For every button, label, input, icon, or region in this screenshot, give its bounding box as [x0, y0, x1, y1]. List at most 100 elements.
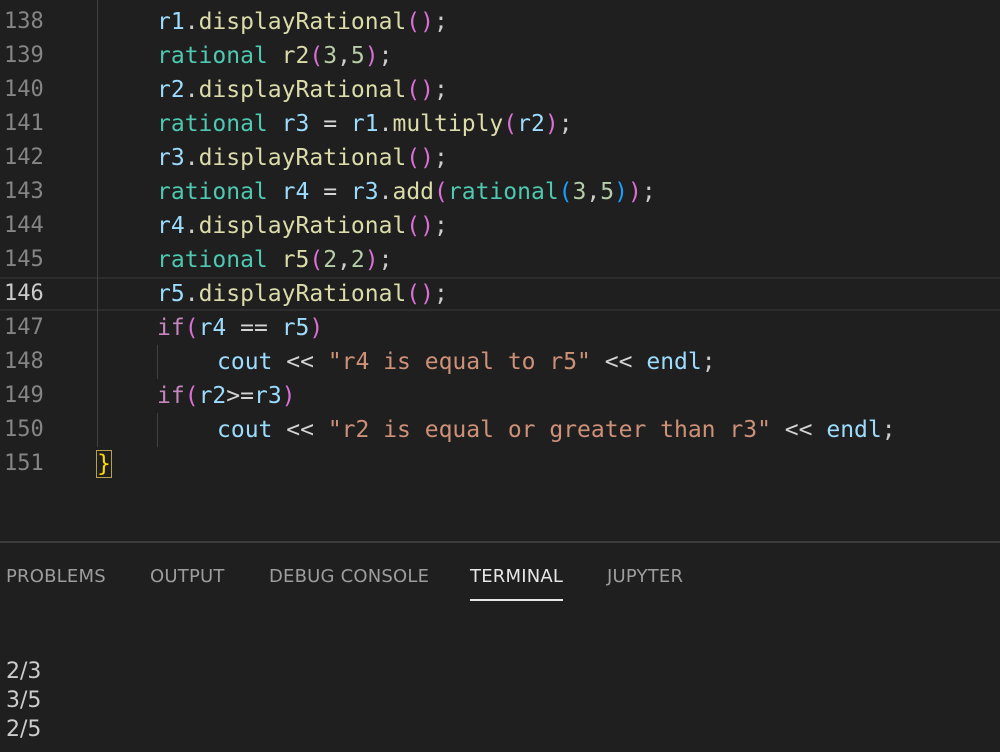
code-text: r5.displayRational();	[157, 277, 448, 311]
code-line[interactable]: 145 rational r5(2,2);	[0, 243, 1000, 277]
code-token: =	[323, 111, 338, 137]
code-token: if	[157, 383, 185, 409]
code-token: )	[420, 145, 434, 171]
code-token: multiply	[392, 111, 504, 137]
code-token: r3	[350, 179, 379, 205]
code-line[interactable]: 143 rational r4 = r3.add(rational(3,5));	[0, 175, 1000, 209]
code-token: (	[406, 9, 421, 35]
code-line[interactable]: 142 r3.displayRational();	[0, 141, 1000, 175]
code-token: endl	[646, 349, 702, 375]
code-token: )	[627, 179, 642, 205]
code-token: displayRational	[198, 9, 407, 35]
code-token: )	[544, 111, 559, 137]
code-line[interactable]: 141 rational r3 = r1.multiply(r2);	[0, 107, 1000, 141]
code-token: <<	[604, 349, 633, 375]
code-token: (	[434, 179, 448, 205]
tab-problems[interactable]: PROBLEMS	[6, 563, 106, 599]
code-token: .	[378, 111, 393, 137]
code-token: 3	[572, 179, 587, 205]
code-token: ;	[881, 417, 896, 443]
code-token: .	[184, 213, 199, 239]
code-token: displayRational	[198, 213, 407, 239]
code-token: (	[406, 213, 421, 239]
tab-output[interactable]: OUTPUT	[150, 563, 225, 599]
code-token: r4	[157, 213, 185, 239]
code-text: cout << "r4 is equal to r5" << endl;	[217, 345, 716, 379]
bottom-panel: PROBLEMS OUTPUT DEBUG CONSOLE TERMINAL JUPYT…	[0, 541, 1000, 752]
code-token: cout	[217, 417, 273, 443]
code-text: r4.displayRational();	[157, 209, 448, 243]
tab-jupyter[interactable]: JUPYTER	[607, 563, 683, 599]
tab-terminal[interactable]: TERMINAL	[470, 563, 564, 601]
line-number: 143	[4, 179, 44, 204]
code-line[interactable]: 139 rational r2(3,5);	[0, 39, 1000, 73]
line-number: 141	[4, 111, 44, 136]
code-token: r5	[281, 315, 310, 341]
line-number: 139	[4, 43, 44, 68]
code-token: "r2 is equal or greater than r3"	[327, 417, 771, 443]
code-token: <<	[286, 349, 314, 375]
code-token: ,	[337, 43, 351, 69]
code-token: }	[96, 450, 112, 478]
code-token: .	[184, 77, 199, 103]
code-text: cout << "r2 is equal or greater than r3"…	[217, 413, 896, 447]
code-line[interactable]: 138 r1.displayRational();	[0, 5, 1000, 39]
code-token: r1	[157, 9, 185, 35]
line-number: 142	[4, 145, 44, 170]
line-number: 148	[4, 349, 44, 374]
code-token: (	[558, 179, 573, 205]
code-token: ;	[558, 111, 573, 137]
code-line[interactable]: 147 if(r4 == r5)	[0, 311, 1000, 345]
code-token: ;	[701, 349, 716, 375]
code-token: .	[184, 145, 199, 171]
code-line[interactable]: 149 if(r2>=r3)	[0, 379, 1000, 413]
tab-debug-console[interactable]: DEBUG CONSOLE	[269, 563, 429, 599]
code-token: r4	[281, 179, 310, 205]
code-text: rational r4 = r3.add(rational(3,5));	[157, 175, 656, 209]
code-editor[interactable]: 138 r1.displayRational(); 139 rational r2(3…	[0, 0, 1000, 541]
code-token: (	[309, 43, 324, 69]
code-line[interactable]: 146 r5.displayRational();	[0, 277, 1000, 311]
indent-guide	[157, 413, 158, 447]
code-token: endl	[826, 417, 882, 443]
code-token: 2	[323, 247, 338, 273]
terminal-line: 2/3	[6, 659, 42, 684]
code-text: rational r2(3,5);	[157, 39, 393, 73]
code-line[interactable]: 150 cout << "r2 is equal or greater than …	[0, 413, 1000, 447]
code-line[interactable]: 151}	[0, 447, 1000, 481]
code-token: r5	[157, 281, 185, 307]
code-token: r1	[350, 111, 379, 137]
code-token: r2	[281, 43, 310, 69]
indent-guide	[97, 0, 98, 447]
code-token: cout	[217, 349, 273, 375]
code-token: )	[420, 77, 434, 103]
code-token: displayRational	[198, 77, 407, 103]
line-number: 145	[4, 247, 44, 272]
code-token: ;	[434, 9, 448, 35]
code-token: r4	[198, 315, 227, 341]
code-line[interactable]: 140 r2.displayRational();	[0, 73, 1000, 107]
code-token: )	[364, 43, 379, 69]
line-number: 149	[4, 383, 44, 408]
line-number: 144	[4, 213, 44, 238]
code-token: )	[281, 383, 296, 409]
code-token: (	[184, 315, 199, 341]
code-token: r2	[157, 77, 185, 103]
code-line[interactable]: 144 r4.displayRational();	[0, 209, 1000, 243]
code-token: ;	[434, 213, 448, 239]
indent-guide	[157, 345, 158, 379]
code-token: )	[420, 281, 434, 307]
code-token: rational	[447, 179, 559, 205]
code-token: r5	[281, 247, 310, 273]
code-line[interactable]: 148 cout << "r4 is equal to r5" << endl;	[0, 345, 1000, 379]
code-token: .	[378, 179, 393, 205]
